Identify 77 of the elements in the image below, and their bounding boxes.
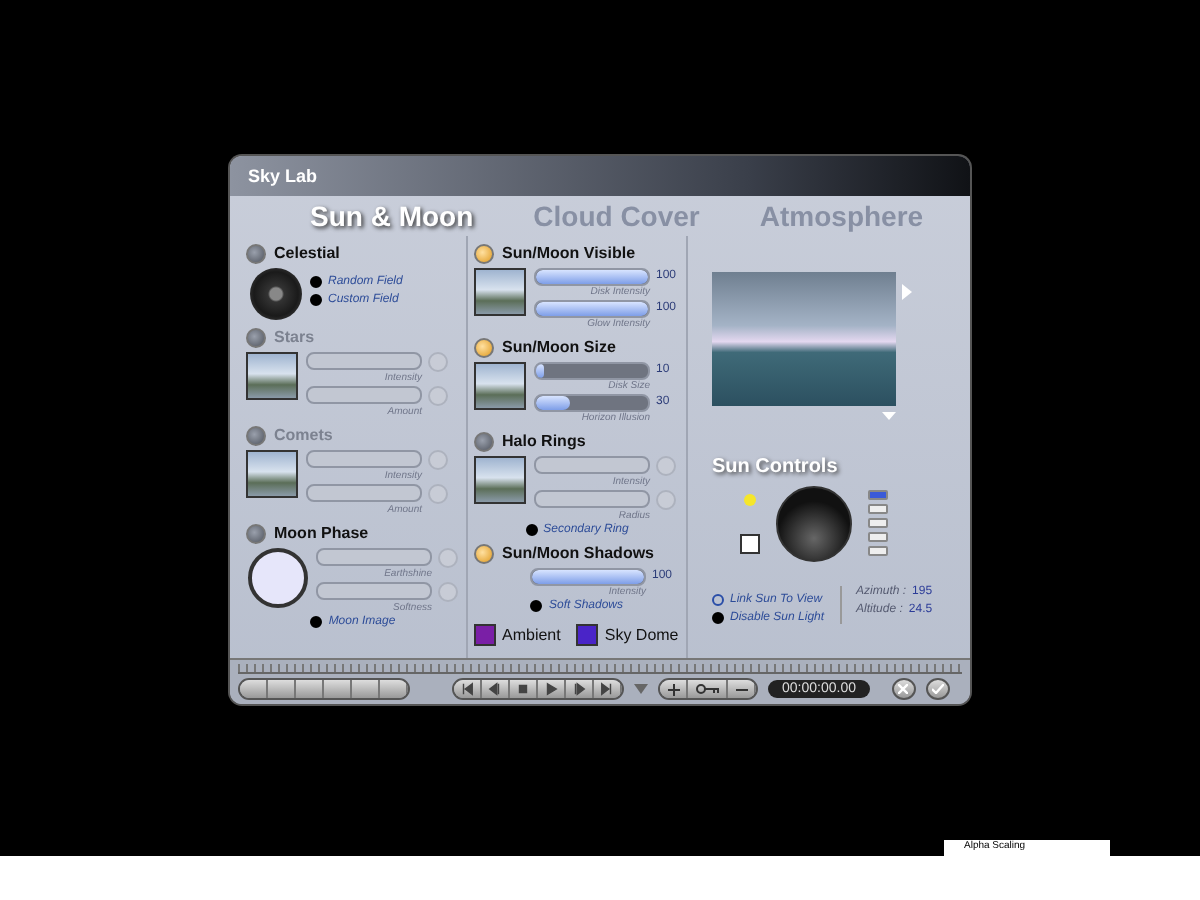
caret-icon[interactable] [882, 411, 896, 420]
section-heading: Sun Controls [712, 455, 840, 478]
minus-icon [735, 683, 747, 695]
cancel-button[interactable] [891, 678, 916, 700]
slider-track[interactable] [534, 490, 650, 509]
caret-icon[interactable] [634, 684, 648, 694]
segment-button[interactable] [380, 680, 408, 698]
status-led[interactable] [474, 543, 494, 564]
status-led[interactable] [474, 431, 494, 452]
status-led[interactable] [474, 337, 494, 358]
playback-icon [572, 682, 586, 696]
slider-track[interactable] [534, 361, 650, 380]
swatch-label: Ambient [502, 625, 561, 644]
swatch-label: Sky Dome [604, 625, 679, 644]
moon-circle [248, 547, 308, 608]
segment-button[interactable] [268, 680, 296, 698]
status-led[interactable] [246, 243, 266, 264]
radio-dot[interactable] [310, 293, 322, 306]
playback-icon [600, 682, 614, 696]
check-icon [931, 684, 944, 694]
dial-knob[interactable] [776, 485, 852, 562]
right-arrow-icon[interactable] [902, 283, 912, 300]
section-title: Celestial [274, 244, 340, 263]
slider-track[interactable] [534, 456, 650, 475]
photo-placeholder [474, 455, 526, 504]
dial-knob[interactable] [250, 267, 302, 320]
playback-button[interactable] [454, 680, 482, 698]
slider-track[interactable] [306, 352, 422, 371]
section-title: Moon Phase [274, 524, 369, 543]
slider-track[interactable] [306, 484, 422, 503]
segment-button[interactable] [352, 680, 380, 698]
color-swatch[interactable] [474, 623, 496, 646]
confirm-button[interactable] [925, 678, 950, 700]
photo-placeholder [474, 361, 526, 410]
photo-placeholder [474, 267, 526, 316]
key-icon [695, 684, 719, 694]
photo-placeholder [246, 449, 298, 498]
section-title: Sun/Moon Size [502, 338, 616, 357]
segment-button[interactable] [324, 680, 352, 698]
photo-placeholder [246, 351, 298, 400]
segment-button[interactable] [240, 680, 268, 698]
stepper-control[interactable] [868, 490, 888, 557]
playback-button[interactable] [594, 680, 622, 698]
slider-track[interactable] [316, 582, 432, 601]
section-title: Sun/Moon Visible [502, 244, 636, 263]
section-title: Halo Rings [502, 432, 586, 451]
radio-dot[interactable] [310, 275, 322, 288]
status-led[interactable] [246, 523, 266, 544]
section-title: Comets [274, 426, 333, 445]
close-icon [898, 684, 909, 694]
key-button[interactable] [688, 680, 728, 698]
window-title: Sky Lab [248, 165, 318, 186]
segment-button[interactable] [296, 680, 324, 698]
playback-icon [488, 682, 502, 696]
remove-button[interactable] [728, 680, 756, 698]
slider-track[interactable] [306, 386, 422, 405]
radio-dot[interactable] [310, 615, 323, 628]
add-button[interactable] [660, 680, 688, 698]
slider-track[interactable] [316, 548, 432, 567]
square-icon[interactable] [740, 533, 760, 554]
slider-track[interactable] [306, 450, 422, 469]
radio-dot[interactable] [712, 611, 724, 624]
playback-button[interactable] [482, 680, 510, 698]
status-led[interactable] [474, 243, 494, 264]
playback-button[interactable] [538, 680, 566, 698]
radio-dot[interactable] [712, 593, 724, 606]
slider-track[interactable] [534, 393, 650, 412]
section-title: Stars [274, 328, 315, 347]
radio-dot[interactable] [525, 523, 538, 536]
playback-button[interactable] [566, 680, 594, 698]
radio-dot[interactable] [530, 599, 543, 612]
section-title: Sun/Moon Shadows [502, 544, 654, 563]
playback-icon [460, 682, 474, 696]
color-swatch[interactable] [576, 623, 599, 646]
sun-dot-icon[interactable] [744, 493, 756, 506]
plus-icon [667, 683, 679, 695]
playback-button[interactable] [510, 680, 538, 698]
